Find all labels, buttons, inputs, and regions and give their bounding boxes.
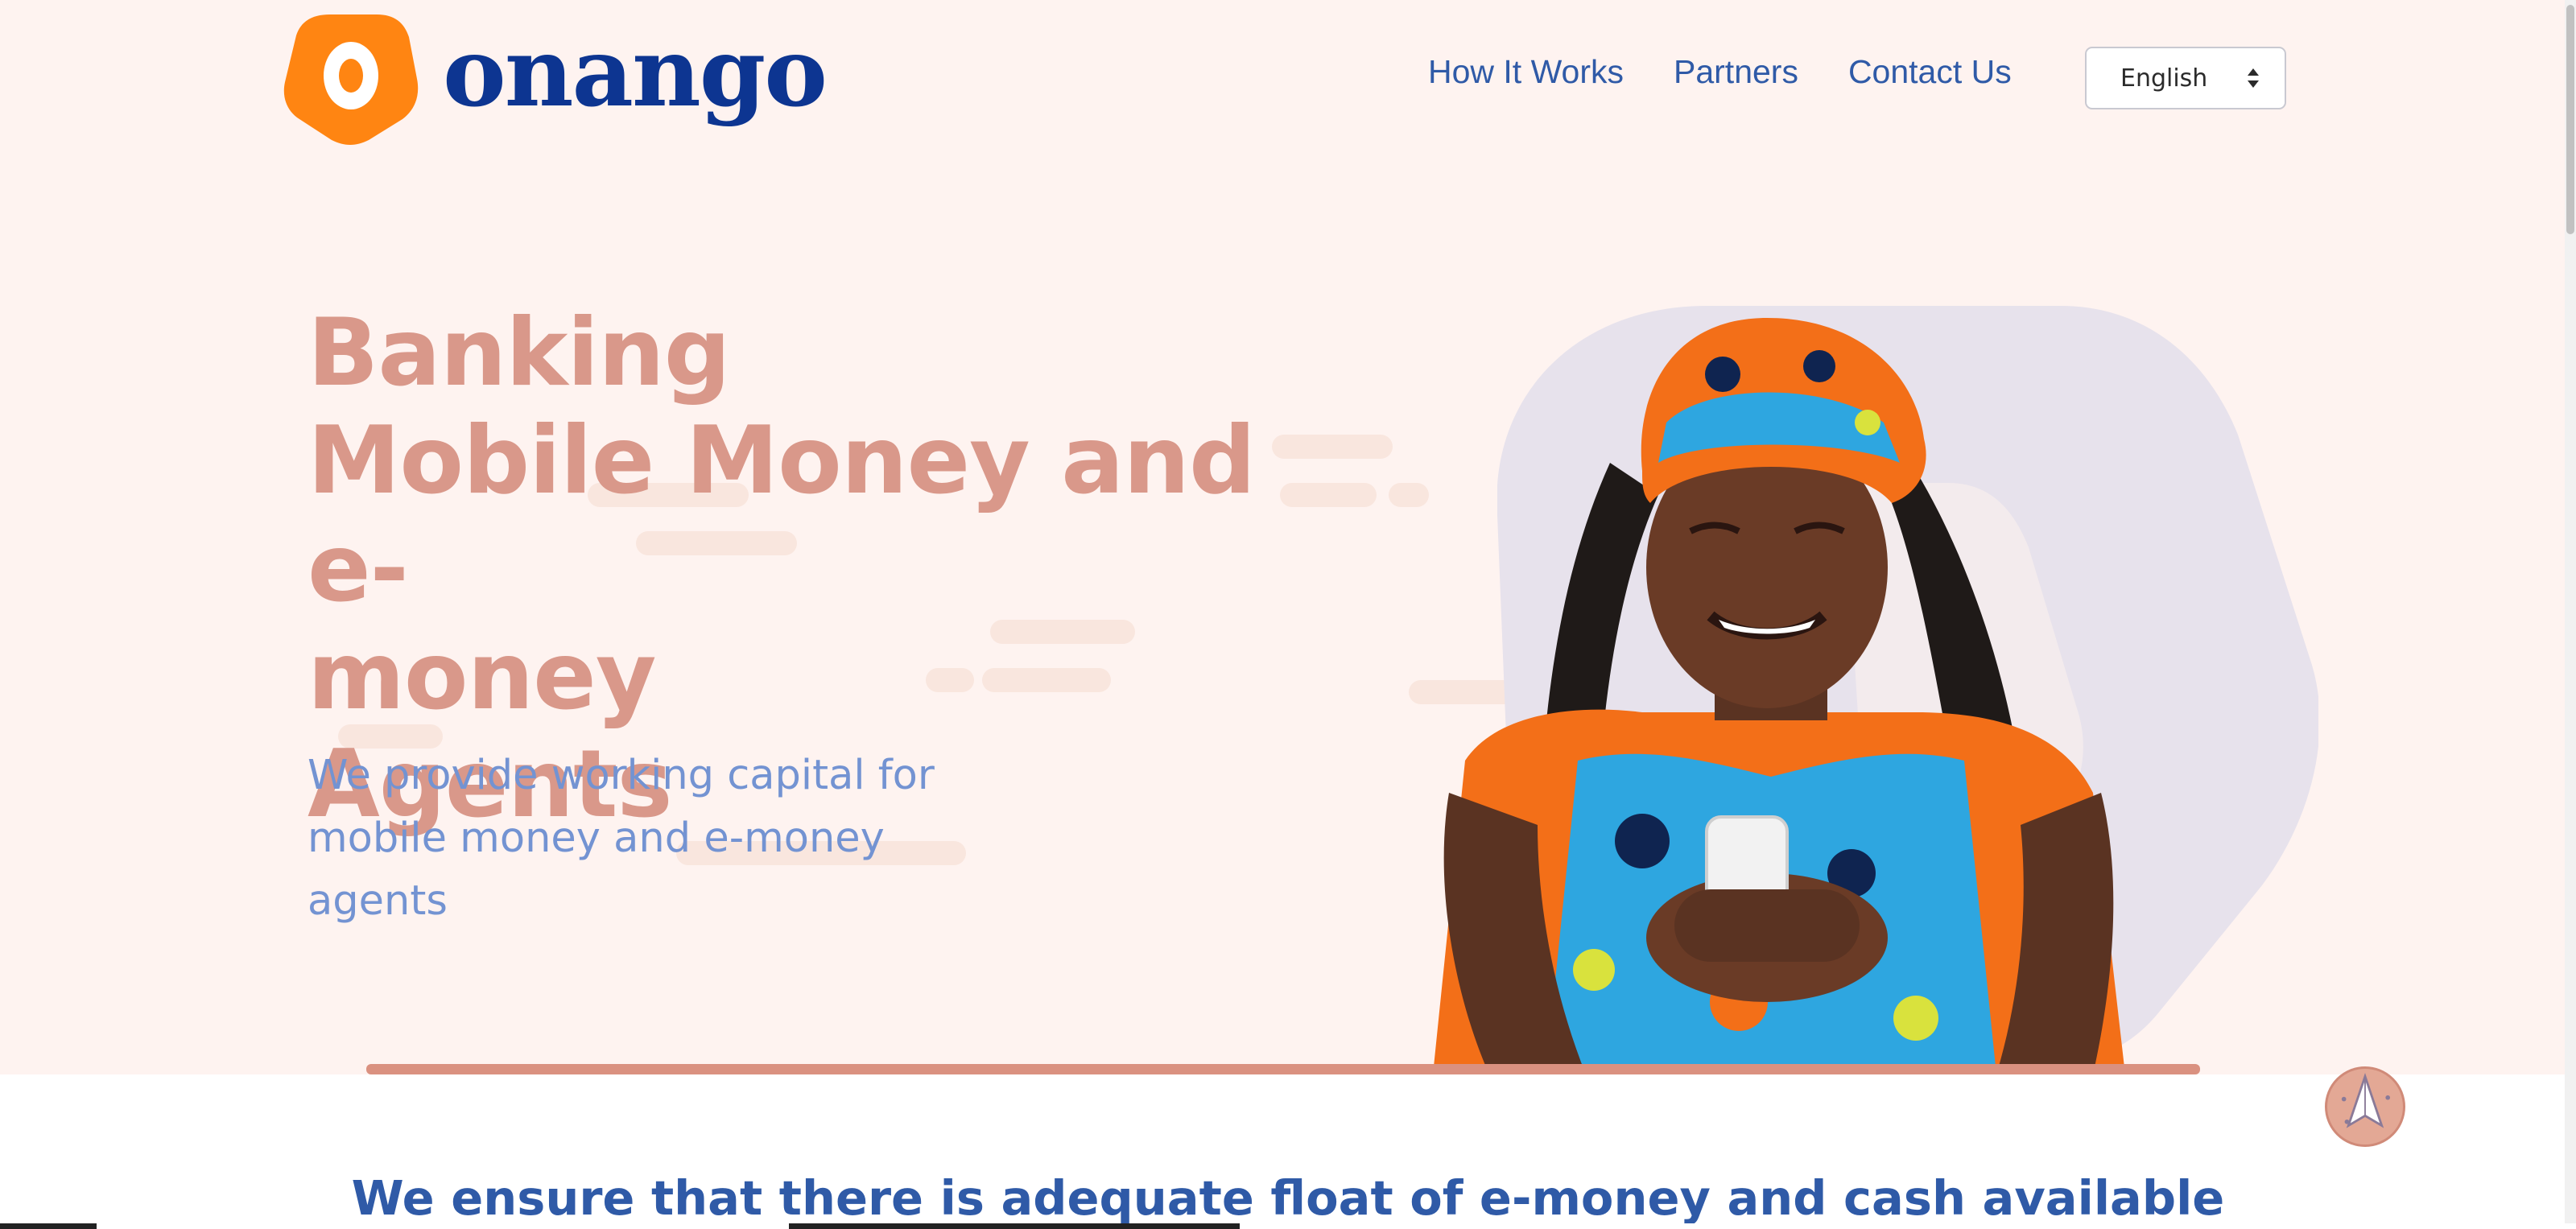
chevron-updown-icon (2248, 68, 2259, 88)
hero-subheading-line: agents (308, 877, 448, 925)
hero-subheading-line: We provide working capital for (308, 752, 935, 799)
hero-headline-line: money (308, 622, 656, 731)
nav-link-partners[interactable]: Partners (1674, 53, 1798, 91)
hero-subheading: We provide working capital for mobile mo… (308, 744, 1000, 933)
scrollbar-thumb[interactable] (2566, 5, 2574, 234)
intro-tagline: We ensure that there is adequate float o… (351, 1170, 2225, 1226)
bottom-edge (0, 1223, 2576, 1229)
site-logo[interactable]: onango (282, 11, 828, 145)
nav-link-how-it-works[interactable]: How It Works (1428, 53, 1624, 91)
paper-plane-icon (2341, 1073, 2391, 1128)
page-scrollbar[interactable] (2565, 0, 2576, 1229)
main-nav: How It Works Partners Contact Us (1428, 53, 2062, 91)
hero-section: onango How It Works Partners Contact Us … (0, 0, 2576, 1074)
hero-divider (366, 1064, 2200, 1074)
logo-wordmark: onango (443, 16, 828, 128)
logo-icon (283, 14, 419, 145)
language-select[interactable]: English (2085, 47, 2286, 109)
hero-headline-line: Banking (308, 299, 731, 407)
language-select-value: English (2120, 64, 2208, 93)
hero-image-agent-with-phone (1433, 318, 2125, 1074)
hero-headline-line: Mobile Money and e- (308, 406, 1256, 623)
hero-subheading-line: mobile money and e-money (308, 815, 885, 862)
back-to-top-button[interactable] (2325, 1066, 2405, 1147)
nav-link-contact-us[interactable]: Contact Us (1848, 53, 2012, 91)
